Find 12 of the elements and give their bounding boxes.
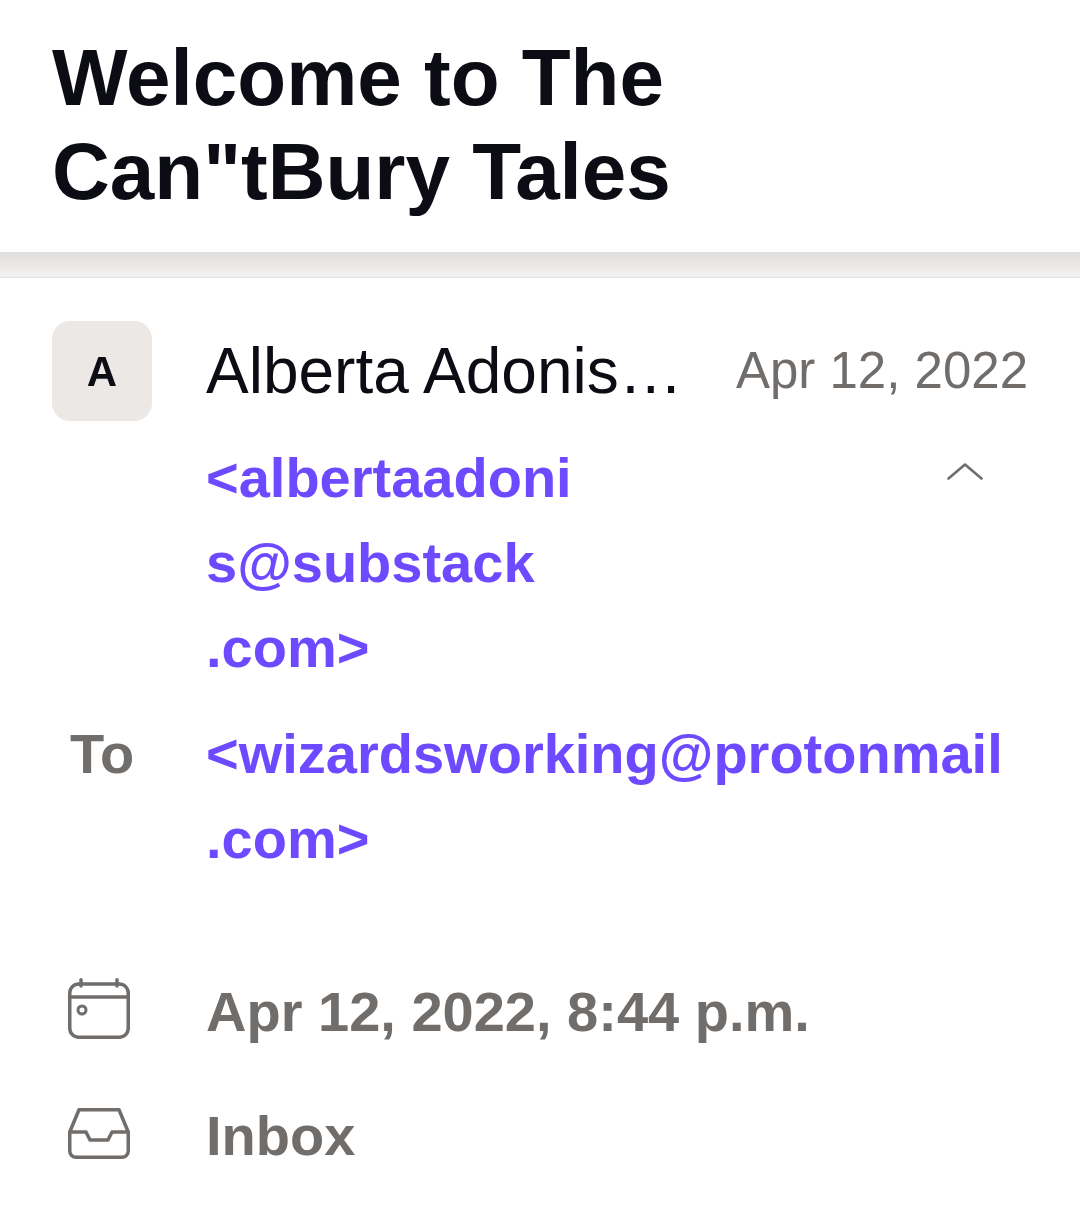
caret-icon[interactable]: [947, 463, 983, 480]
sender-name: Alberta Adonis…: [206, 334, 683, 409]
inbox-tray-icon: [68, 1108, 130, 1159]
recipient-email-link[interactable]: <wizardsworking@protonmail.com>: [206, 711, 1040, 881]
email-subject: Welcome to The Can"tBury Tales: [52, 32, 672, 218]
folder-label: Inbox: [206, 1103, 356, 1169]
calendar-icon: [68, 978, 130, 1039]
sent-datetime: Apr 12, 2022, 8:44 p.m.: [206, 979, 810, 1045]
sender-avatar: A: [52, 321, 152, 421]
recipient-label: To: [70, 722, 135, 785]
sender-email-link[interactable]: <albertaadonis@substack.com>: [206, 435, 586, 690]
message-date: Apr 12, 2022: [735, 341, 1028, 401]
